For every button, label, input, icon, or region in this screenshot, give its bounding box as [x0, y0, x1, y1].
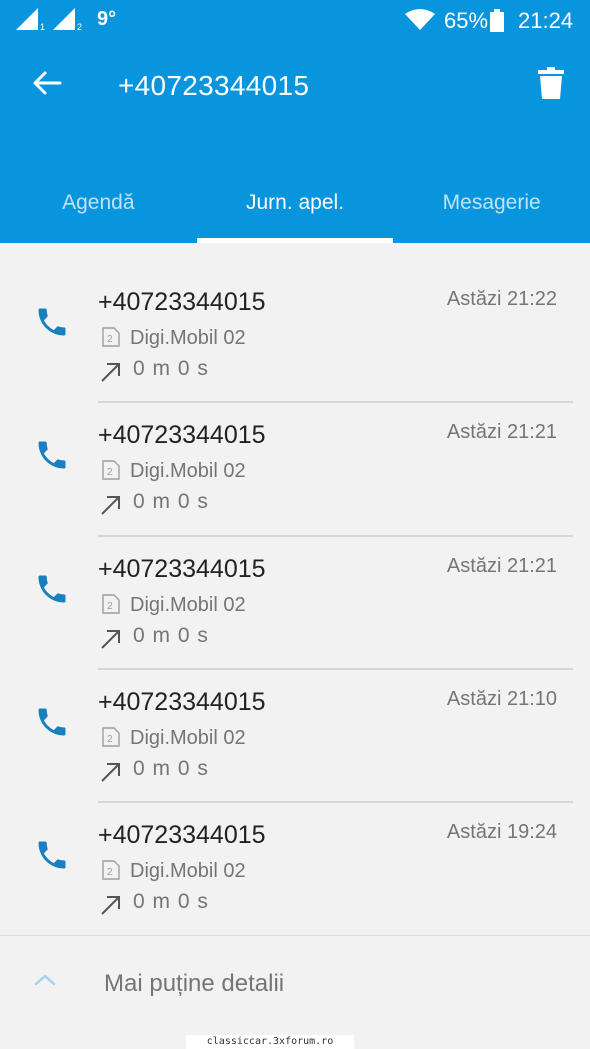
call-duration: 0 m 0 s: [133, 756, 209, 780]
call-log-item[interactable]: +40723344015 Astăzi 19:24 2 Digi.Mobil 0…: [0, 803, 590, 936]
phone-icon[interactable]: [34, 571, 70, 612]
call-number: +40723344015: [98, 821, 266, 850]
carrier-name: Digi.Mobil 02: [130, 460, 246, 483]
sim-card-icon: 2: [102, 327, 120, 352]
sim-card-label: 2: [107, 601, 113, 612]
tab-bar: Agendă Jurn. apel. Mesagerie: [0, 170, 590, 243]
tab-agenda[interactable]: Agendă: [0, 170, 197, 236]
tab-messages[interactable]: Mesagerie: [393, 170, 590, 236]
sim-card-label: 2: [107, 867, 113, 878]
signal-icon: 1: [16, 8, 48, 37]
call-time: Astăzi 21:22: [446, 288, 557, 310]
temperature: 9°: [97, 8, 117, 30]
outgoing-call-icon: [99, 360, 123, 389]
arrow-left-icon: [32, 70, 62, 101]
phone-icon[interactable]: [34, 704, 70, 745]
battery-percent: 65%: [444, 8, 489, 33]
call-log-item[interactable]: +40723344015 Astăzi 21:21 2 Digi.Mobil 0…: [0, 537, 590, 670]
signal-icon: 2: [53, 8, 85, 37]
call-time: Astăzi 21:10: [446, 687, 557, 710]
tab-call-log[interactable]: Jurn. apel.: [197, 170, 394, 236]
call-log-item[interactable]: +40723344015 Astăzi 21:10 2 Digi.Mobil 0…: [0, 670, 590, 804]
call-time: Astăzi 19:24: [446, 821, 557, 844]
sim-card-icon: 2: [102, 460, 120, 485]
sim-card-icon: 2: [102, 860, 120, 885]
watermark: classiccar.3xforum.ro: [186, 1035, 354, 1049]
sim2-label: 2: [77, 22, 82, 32]
less-details-label: Mai puține detalii: [104, 970, 285, 997]
sim-card-label: 2: [107, 734, 113, 745]
delete-button[interactable]: [528, 62, 574, 108]
outgoing-call-icon: [99, 627, 123, 656]
carrier-name: Digi.Mobil 02: [130, 860, 246, 883]
carrier-name: Digi.Mobil 02: [130, 593, 246, 616]
call-duration: 0 m 0 s: [133, 490, 209, 514]
sim1-label: 1: [40, 22, 45, 32]
page-title: +40723344015: [118, 70, 310, 101]
call-log-item[interactable]: +40723344015 Astăzi 21:21 2 Digi.Mobil 0…: [0, 403, 590, 537]
status-bar: 1 2 9° 65% 21:24: [0, 0, 590, 40]
call-number: +40723344015: [98, 421, 266, 450]
wifi-icon: [404, 8, 436, 37]
less-details-button[interactable]: Mai puține detalii: [0, 950, 590, 1020]
divider: [0, 935, 590, 936]
call-log-list: +40723344015 Astăzi 21:22 2 Digi.Mobil 0…: [0, 270, 590, 936]
chevron-up-icon: [32, 972, 58, 993]
call-number: +40723344015: [98, 554, 266, 583]
sim-card-icon: 2: [102, 727, 120, 752]
call-log-item[interactable]: +40723344015 Astăzi 21:22 2 Digi.Mobil 0…: [0, 270, 590, 404]
sim-card-label: 2: [107, 334, 113, 345]
sim-card-label: 2: [107, 467, 113, 478]
call-time: Astăzi 21:21: [446, 421, 557, 444]
sim-card-icon: 2: [102, 593, 120, 619]
outgoing-call-icon: [99, 760, 123, 789]
back-button[interactable]: [22, 60, 72, 110]
call-number: +40723344015: [98, 687, 266, 716]
carrier-name: Digi.Mobil 02: [130, 726, 246, 749]
phone-icon[interactable]: [34, 304, 70, 345]
app-bar: 1 2 9° 65% 21:24 +40723344015 Agendă Jur…: [0, 0, 590, 243]
battery-icon: [489, 9, 505, 38]
outgoing-call-icon: [99, 493, 123, 522]
outgoing-call-icon: [99, 893, 123, 922]
phone-icon[interactable]: [34, 437, 70, 478]
active-tab-indicator: [197, 238, 393, 243]
call-duration: 0 m 0 s: [133, 357, 209, 380]
call-duration: 0 m 0 s: [133, 623, 209, 647]
status-time: 21:24: [518, 8, 574, 33]
call-time: Astăzi 21:21: [446, 554, 557, 577]
call-duration: 0 m 0 s: [133, 890, 209, 914]
carrier-name: Digi.Mobil 02: [130, 327, 246, 349]
phone-icon[interactable]: [34, 837, 70, 878]
call-number: +40723344015: [98, 288, 266, 316]
trash-icon: [538, 66, 564, 104]
